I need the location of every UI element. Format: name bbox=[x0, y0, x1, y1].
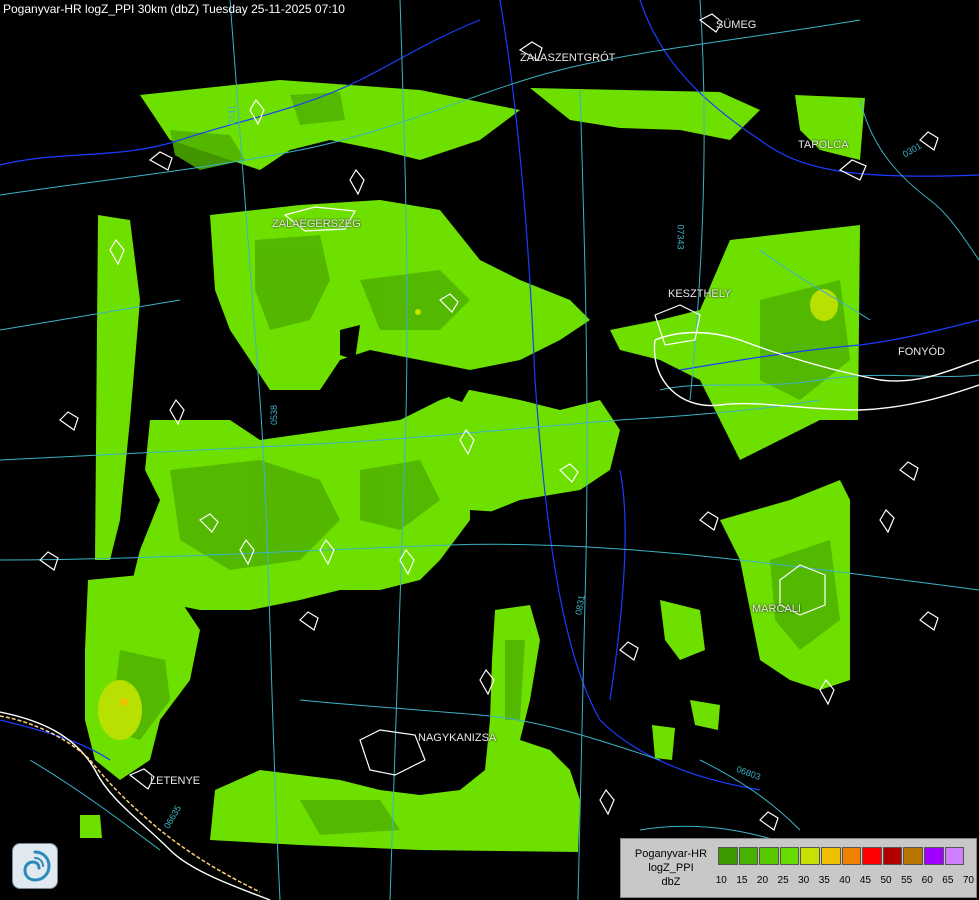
legend-swatch bbox=[862, 847, 882, 865]
legend-swatch bbox=[944, 847, 965, 865]
legend-swatch bbox=[923, 847, 944, 865]
color-legend: Poganyvar-HR logZ_PPI dbZ 10 15 20 25 30 35 40… bbox=[620, 838, 977, 898]
legend-tick-label: 25 bbox=[777, 875, 789, 886]
road-label-0538: 0538 bbox=[269, 404, 280, 426]
map-title: Poganyvar-HR logZ_PPI 30km (dbZ) Tuesday… bbox=[3, 2, 345, 16]
road-label-0741: 0741 bbox=[227, 104, 238, 126]
legend-unit: dbZ bbox=[661, 876, 681, 888]
legend-swatch bbox=[718, 847, 738, 865]
legend-swatch bbox=[903, 847, 923, 865]
legend-title: Poganyvar-HR logZ_PPI dbZ bbox=[625, 847, 717, 889]
town-label-marcali: MARCALI bbox=[752, 603, 801, 615]
town-label-zalaegerszeg: ZALAEGERSZEG bbox=[272, 218, 361, 230]
legend-tick-label: 50 bbox=[880, 875, 892, 886]
legend-tick-label: 15 bbox=[736, 875, 748, 886]
legend-swatch bbox=[841, 847, 862, 865]
legend-station: Poganyvar-HR bbox=[634, 848, 708, 860]
legend-swatch bbox=[800, 847, 820, 865]
legend-tick-label: 10 bbox=[715, 875, 727, 886]
town-label-sumeg: SÜMEG bbox=[716, 19, 757, 31]
legend-swatch bbox=[882, 847, 903, 865]
legend-tick-label: 35 bbox=[818, 875, 830, 886]
legend-tick-label: 55 bbox=[901, 875, 913, 886]
legend-ticks: 10 15 20 25 30 35 40 45 50 55 60 65 70 bbox=[711, 875, 979, 886]
legend-tick-label: 70 bbox=[962, 875, 974, 886]
radar-logo-icon bbox=[12, 843, 58, 889]
legend-tick-label: 20 bbox=[756, 875, 769, 886]
town-label-nagykanizsa: NAGYKANIZSA bbox=[418, 732, 497, 744]
legend-tick-label: 65 bbox=[942, 875, 954, 886]
road-label-07343: 07343 bbox=[675, 224, 686, 250]
legend-tick-label: 30 bbox=[798, 875, 810, 886]
legend-product: logZ_PPI bbox=[648, 862, 694, 874]
radar-map bbox=[0, 0, 979, 900]
legend-tick-label: 40 bbox=[839, 875, 851, 886]
town-label-letenye: LETENYE bbox=[150, 775, 201, 787]
town-label-zalaszentgrot: ZALASZENTGRÓT bbox=[520, 52, 616, 64]
town-label-keszthely: KESZTHELY bbox=[668, 288, 732, 300]
legend-tick-label: 45 bbox=[859, 875, 872, 886]
legend-swatch bbox=[759, 847, 779, 865]
town-label-tapolca: TAPOLCA bbox=[798, 139, 849, 151]
legend-swatch bbox=[779, 847, 800, 865]
town-label-fonyod: FONYÓD bbox=[898, 346, 946, 358]
legend-tick-label: 60 bbox=[921, 875, 933, 886]
legend-swatch bbox=[738, 847, 759, 865]
legend-swatch bbox=[820, 847, 841, 865]
legend-swatches bbox=[718, 847, 965, 865]
